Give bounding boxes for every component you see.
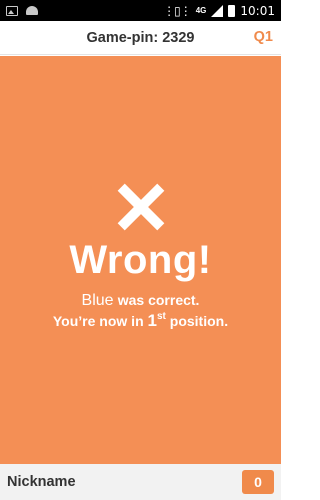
- score-badge: 0: [242, 470, 274, 494]
- position-suffix: position.: [169, 313, 229, 329]
- position-prefix: You’re now in: [52, 313, 144, 329]
- correct-suffix: was correct.: [117, 292, 200, 308]
- network-type: 4G: [195, 5, 207, 15]
- position-line: You’re now in 1st position.: [0, 311, 281, 331]
- app-header: Game-pin: 2329 Q1: [0, 21, 281, 55]
- nickname: Nickname: [7, 474, 76, 490]
- game-pin: Game-pin: 2329: [86, 29, 195, 46]
- x-icon: [118, 184, 164, 230]
- position-ordinal: st: [156, 311, 166, 322]
- android-icon: [26, 6, 38, 15]
- correct-answer: Blue: [81, 292, 114, 309]
- player-footer: Nickname 0: [0, 464, 281, 500]
- result-panel: Wrong! Blue was correct. You’re now in 1…: [0, 56, 281, 464]
- question-number: Q1: [253, 29, 273, 45]
- image-icon: [6, 5, 18, 16]
- signal-icon: [211, 4, 224, 17]
- vibrate-icon: ⋮▯⋮: [163, 3, 192, 18]
- position-number: 1: [147, 311, 157, 330]
- status-bar: ⋮▯⋮ 4G 10:01: [0, 0, 281, 21]
- battery-icon: [228, 4, 236, 17]
- correct-answer-line: Blue was correct.: [0, 292, 281, 310]
- result-title: Wrong!: [69, 238, 212, 282]
- clock: 10:01: [240, 3, 275, 18]
